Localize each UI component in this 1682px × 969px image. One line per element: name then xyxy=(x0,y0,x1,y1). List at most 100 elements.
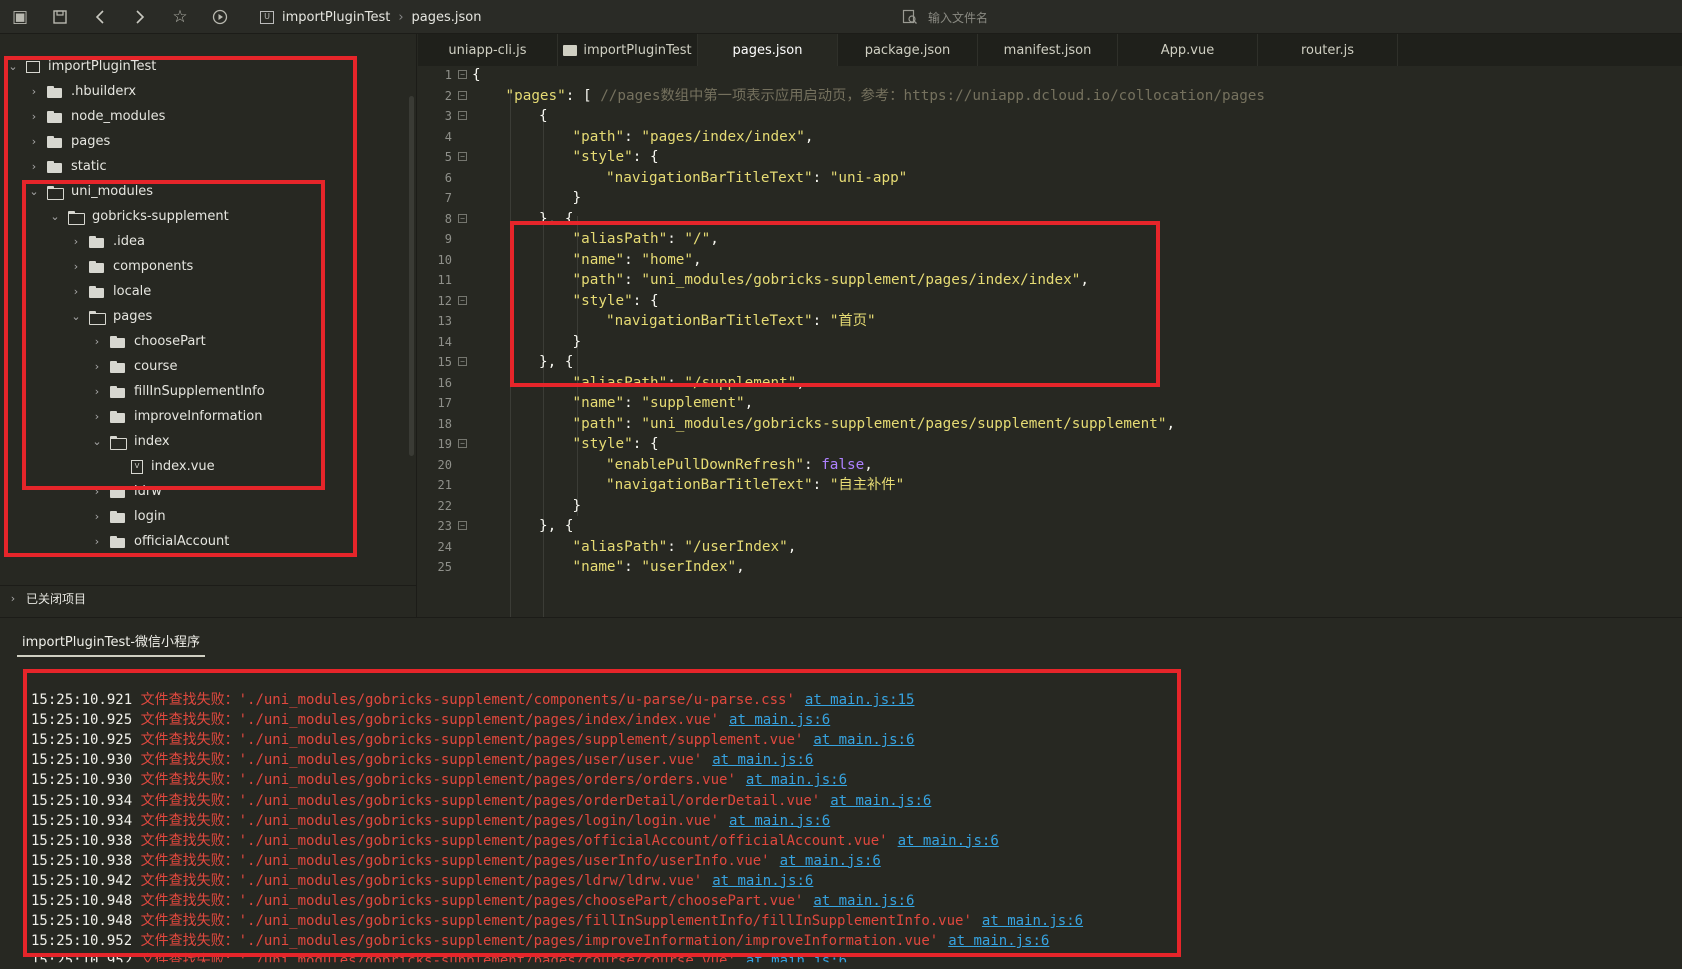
file-search-input[interactable]: 输入文件名 xyxy=(902,0,988,34)
code-line[interactable]: 5− "style": { xyxy=(418,146,1682,168)
code-line[interactable]: 12− "style": { xyxy=(418,290,1682,312)
chevron-right-icon[interactable]: › xyxy=(27,110,41,123)
code-line[interactable]: 24 "aliasPath": "/userIndex", xyxy=(418,536,1682,558)
closed-projects-row[interactable]: › 已关闭项目 xyxy=(0,585,416,611)
chevron-right-icon[interactable]: › xyxy=(90,335,104,348)
file-item[interactable]: Vindex.vue xyxy=(0,454,400,479)
save-icon[interactable] xyxy=(40,0,80,34)
folder-item[interactable]: › locale xyxy=(0,279,400,304)
folder-item[interactable]: › components xyxy=(0,254,400,279)
log-source-link[interactable]: at main.js:15 xyxy=(805,692,915,708)
code-line[interactable]: 18 "path": "uni_modules/gobricks-suppleme… xyxy=(418,413,1682,435)
code-line[interactable]: 22} xyxy=(418,495,1682,517)
folder-item[interactable]: › .hbuilderx xyxy=(0,79,400,104)
folder-item[interactable]: › fillInSupplementInfo xyxy=(0,379,400,404)
project-item[interactable]: ⌄ importPluginTest xyxy=(0,54,400,79)
fold-toggle-icon[interactable]: − xyxy=(458,521,467,530)
chevron-right-icon[interactable]: › xyxy=(27,85,41,98)
code-line[interactable]: 7} xyxy=(418,187,1682,209)
chevron-right-icon[interactable]: › xyxy=(90,385,104,398)
fold-toggle-icon[interactable]: − xyxy=(458,295,467,305)
code-line[interactable]: 9 "aliasPath": "/", xyxy=(418,228,1682,250)
editor-tab[interactable]: importPluginTest xyxy=(558,34,698,66)
chevron-down-icon[interactable]: ⌄ xyxy=(90,435,104,448)
log-source-link[interactable]: at main.js:6 xyxy=(982,913,1083,929)
editor-tab[interactable]: uniapp-cli.js xyxy=(418,34,558,66)
editor-tab[interactable]: pages.json xyxy=(698,34,838,66)
folder-item[interactable]: ⌄ pages xyxy=(0,304,400,329)
chevron-right-icon[interactable]: › xyxy=(90,360,104,373)
explorer-icon[interactable]: ▣ xyxy=(0,0,40,34)
chevron-right-icon[interactable]: › xyxy=(90,510,104,523)
editor-tab[interactable]: router.js xyxy=(1258,34,1398,66)
code-line[interactable]: 6 "navigationBarTitleText": "uni-app" xyxy=(418,167,1682,189)
back-icon[interactable] xyxy=(80,0,120,34)
favorite-icon[interactable]: ☆ xyxy=(160,0,200,34)
folder-item[interactable]: › ldrw xyxy=(0,479,400,504)
breadcrumb-file[interactable]: pages.json xyxy=(412,10,482,25)
chevron-right-icon[interactable]: › xyxy=(69,285,83,298)
log-source-link[interactable]: at main.js:6 xyxy=(948,933,1049,949)
folder-item[interactable]: › .idea xyxy=(0,229,400,254)
code-line[interactable]: 11 "path": "uni_modules/gobricks-suppleme… xyxy=(418,269,1682,291)
code-line[interactable]: 25 "name": "userIndex", xyxy=(418,556,1682,578)
chevron-right-icon[interactable]: › xyxy=(69,235,83,248)
fold-toggle-icon[interactable]: − xyxy=(458,439,467,448)
fold-toggle-icon[interactable]: − xyxy=(458,111,467,120)
code-line[interactable]: 1−{ xyxy=(418,66,1682,86)
chevron-down-icon[interactable]: ⌄ xyxy=(27,185,41,198)
chevron-right-icon[interactable]: › xyxy=(90,410,104,423)
log-source-link[interactable]: at main.js:6 xyxy=(830,793,931,809)
folder-item[interactable]: › login xyxy=(0,504,400,529)
run-icon[interactable] xyxy=(200,0,240,34)
folder-item[interactable]: ⌄ index xyxy=(0,429,400,454)
forward-icon[interactable] xyxy=(120,0,160,34)
code-line[interactable]: 8−}, { xyxy=(418,208,1682,230)
chevron-down-icon[interactable]: ⌄ xyxy=(69,310,83,323)
sidebar-scrollbar[interactable] xyxy=(409,96,414,456)
log-source-link[interactable]: at main.js:6 xyxy=(746,772,847,788)
log-source-link[interactable]: at main.js:6 xyxy=(712,873,813,889)
folder-item[interactable]: › static xyxy=(0,154,400,179)
chevron-down-icon[interactable]: ⌄ xyxy=(6,60,20,73)
code-line[interactable]: 10 "name": "home", xyxy=(418,249,1682,271)
folder-item[interactable]: › pages xyxy=(0,129,400,154)
folder-item[interactable]: › course xyxy=(0,354,400,379)
chevron-right-icon[interactable]: › xyxy=(69,260,83,273)
code-line[interactable]: 19− "style": { xyxy=(418,433,1682,455)
log-source-link[interactable]: at main.js:6 xyxy=(729,712,830,728)
code-line[interactable]: 4 "path": "pages/index/index", xyxy=(418,126,1682,148)
fold-toggle-icon[interactable]: − xyxy=(458,152,467,161)
code-editor[interactable]: 1−{2− "pages": [ //pages数组中第一项表示应用启动页，参考：… xyxy=(418,66,1682,617)
folder-item[interactable]: › improveInformation xyxy=(0,404,400,429)
log-source-link[interactable]: at main.js:6 xyxy=(712,752,813,768)
folder-item[interactable]: › choosePart xyxy=(0,329,400,354)
chevron-right-icon[interactable]: › xyxy=(90,535,104,548)
code-line[interactable]: 16 "aliasPath": "/supplement", xyxy=(418,372,1682,394)
log-source-link[interactable]: at main.js:6 xyxy=(813,893,914,909)
folder-item[interactable]: › node_modules xyxy=(0,104,400,129)
folder-item[interactable]: ⌄ gobricks-supplement xyxy=(0,204,400,229)
editor-tab[interactable]: package.json xyxy=(838,34,978,66)
chevron-right-icon[interactable]: › xyxy=(27,135,41,148)
code-line[interactable]: 14} xyxy=(418,331,1682,353)
fold-toggle-icon[interactable]: − xyxy=(458,70,467,79)
code-line[interactable]: 2− "pages": [ //pages数组中第一项表示应用启动页，参考：htt… xyxy=(418,85,1682,107)
log-source-link[interactable]: at main.js:6 xyxy=(729,813,830,829)
code-line[interactable]: 13 "navigationBarTitleText": "首页" xyxy=(418,310,1682,332)
editor-tab[interactable]: manifest.json xyxy=(978,34,1118,66)
log-source-link[interactable]: at main.js:6 xyxy=(813,732,914,748)
code-line[interactable]: 20 "enablePullDownRefresh": false, xyxy=(418,454,1682,476)
breadcrumb-project[interactable]: importPluginTest xyxy=(282,10,390,25)
log-source-link[interactable]: at main.js:6 xyxy=(780,853,881,869)
log-source-link[interactable]: at main.js:6 xyxy=(746,953,847,962)
fold-toggle-icon[interactable]: − xyxy=(458,357,467,366)
folder-item[interactable]: › officialAccount xyxy=(0,529,400,554)
folder-item[interactable]: ⌄ uni_modules xyxy=(0,179,400,204)
chevron-down-icon[interactable]: ⌄ xyxy=(48,210,62,223)
code-line[interactable]: 3− { xyxy=(418,105,1682,127)
fold-toggle-icon[interactable]: − xyxy=(458,90,467,100)
fold-toggle-icon[interactable]: − xyxy=(458,213,467,223)
editor-tab[interactable]: App.vue xyxy=(1118,34,1258,66)
code-line[interactable]: 21 "navigationBarTitleText": "自主补件" xyxy=(418,474,1682,496)
